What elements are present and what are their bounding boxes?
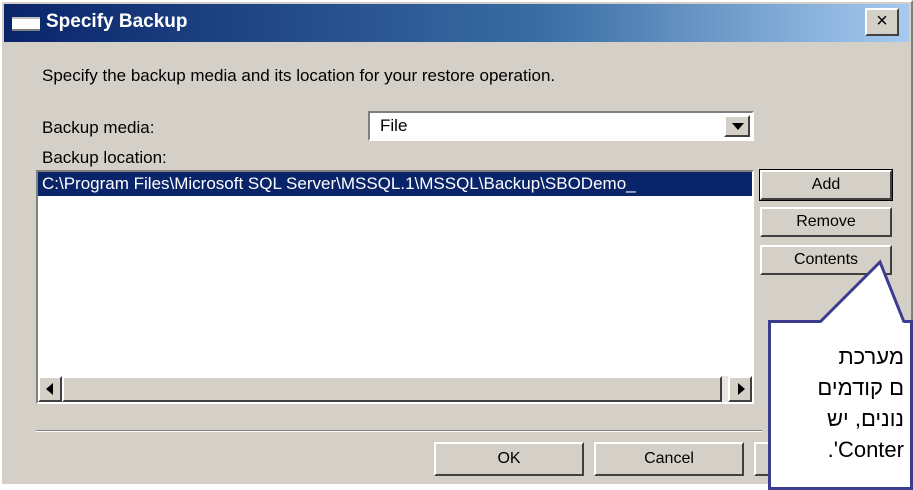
add-button[interactable]: Add	[759, 169, 893, 201]
scroll-right-icon[interactable]	[728, 376, 752, 402]
scroll-thumb[interactable]	[62, 376, 722, 402]
chevron-down-icon[interactable]	[724, 115, 750, 137]
title-bar[interactable]: Specify Backup ×	[4, 4, 909, 42]
backup-location-list[interactable]: C:\Program Files\Microsoft SQL Server\MS…	[36, 170, 754, 404]
list-item[interactable]: C:\Program Files\Microsoft SQL Server\MS…	[38, 172, 752, 196]
window-title: Specify Backup	[46, 11, 188, 32]
callout-text: מערכת ם קודמים נונים, יש Conter'.	[817, 341, 904, 465]
close-button[interactable]: ×	[865, 8, 899, 36]
separator	[36, 430, 762, 432]
callout-line: נונים, יש	[826, 406, 904, 431]
remove-button[interactable]: Remove	[760, 207, 892, 237]
backup-media-value: File	[380, 116, 408, 135]
backup-media-label: Backup media:	[42, 118, 155, 137]
horizontal-scrollbar[interactable]	[38, 376, 752, 402]
window-icon	[12, 17, 40, 31]
contents-button[interactable]: Contents	[760, 245, 892, 275]
instruction-text: Specify the backup media and its locatio…	[42, 66, 556, 85]
backup-media-select[interactable]: File	[368, 111, 754, 141]
callout-line: Conter'.	[827, 437, 904, 462]
annotation-callout: מערכת ם קודמים נונים, יש Conter'.	[768, 320, 913, 490]
callout-line: ם קודמים	[817, 375, 904, 400]
cancel-button[interactable]: Cancel	[594, 442, 744, 476]
backup-location-label: Backup location:	[42, 148, 167, 167]
callout-line: מערכת	[838, 344, 904, 369]
ok-button[interactable]: OK	[434, 442, 584, 476]
scroll-left-icon[interactable]	[38, 376, 62, 402]
